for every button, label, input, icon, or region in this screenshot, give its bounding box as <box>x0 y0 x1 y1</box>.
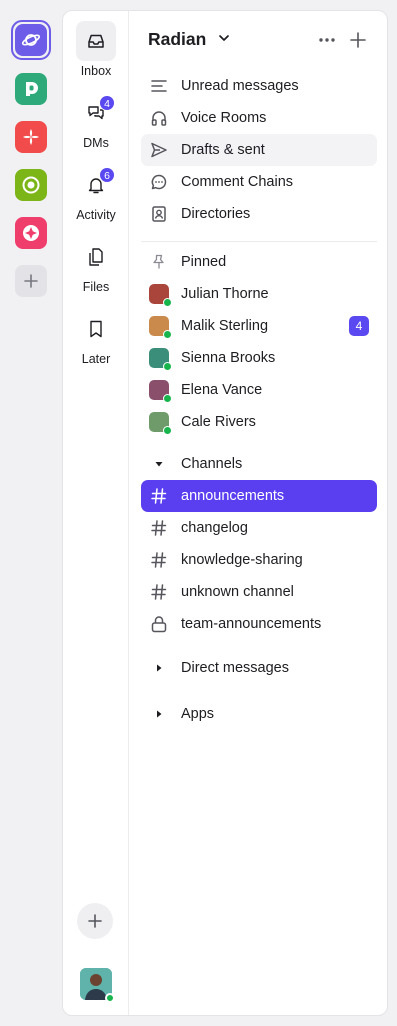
channel-name: unknown channel <box>181 584 294 600</box>
person-sienna-brooks[interactable]: Sienna Brooks <box>141 342 377 374</box>
dms-badge: 4 <box>99 95 115 111</box>
hash-icon <box>149 518 169 538</box>
channel-name: announcements <box>181 488 285 504</box>
channel-unknown-channel[interactable]: unknown channel <box>141 576 377 608</box>
avatar <box>149 284 172 307</box>
person-elena-vance[interactable]: Elena Vance <box>141 374 377 406</box>
inbox-icon <box>76 21 116 61</box>
sidebar: Radian Unread messages Voice Rooms Draft… <box>129 11 387 1015</box>
apps-section-toggle[interactable]: Apps <box>141 698 377 730</box>
person-name: Malik Sterling <box>181 318 269 334</box>
person-name: Cale Rivers <box>181 414 256 430</box>
person-julian-thorne[interactable]: Julian Thorne <box>141 278 377 310</box>
contact-card-icon <box>149 204 169 224</box>
person-malik-sterling[interactable]: Malik Sterling 4 <box>141 310 377 342</box>
menu-label: Drafts & sent <box>181 142 265 158</box>
new-item-icon[interactable] <box>347 29 369 51</box>
pinned-header[interactable]: Pinned <box>141 246 377 278</box>
nav-later[interactable]: Later <box>63 309 129 366</box>
person-name: Julian Thorne <box>181 286 269 302</box>
divider <box>141 241 377 242</box>
workspace-rail <box>0 0 62 1026</box>
caret-right-icon <box>149 658 169 678</box>
channel-name: changelog <box>181 520 248 536</box>
nav-dms-label: DMs <box>83 136 109 150</box>
comment-icon <box>149 172 169 192</box>
channel-knowledge-sharing[interactable]: knowledge-sharing <box>141 544 377 576</box>
menu-comment-chains[interactable]: Comment Chains <box>141 166 377 198</box>
d-workspace-icon[interactable] <box>15 73 47 105</box>
menu-directories[interactable]: Directories <box>141 198 377 230</box>
menu-voice-rooms[interactable]: Voice Rooms <box>141 102 377 134</box>
apps-label: Apps <box>181 706 215 722</box>
online-status-icon <box>163 426 172 435</box>
avatar <box>149 380 172 403</box>
online-status-icon <box>163 298 172 307</box>
avatar <box>149 348 172 371</box>
bell-icon: 6 <box>76 165 116 205</box>
nav-activity-label: Activity <box>76 208 116 222</box>
activity-badge: 6 <box>99 167 115 183</box>
direct-messages-label: Direct messages <box>181 660 289 676</box>
channels-label: Channels <box>181 456 243 472</box>
saturn-workspace-icon[interactable] <box>15 24 47 56</box>
nav-files-label: Files <box>82 280 110 294</box>
diamond-workspace-icon[interactable] <box>15 217 47 249</box>
person-name: Elena Vance <box>181 382 263 398</box>
headphones-icon <box>149 108 169 128</box>
lines-icon <box>149 76 169 96</box>
lock-icon <box>149 614 169 634</box>
nav-column: Inbox 4 DMs 6 Activity Files Later <box>63 11 129 1015</box>
nav-later-label: Later <box>81 352 111 366</box>
target-workspace-icon[interactable] <box>15 169 47 201</box>
nav-inbox-label: Inbox <box>80 64 112 78</box>
nav-dms[interactable]: 4 DMs <box>63 93 129 150</box>
channel-name: team-announcements <box>181 616 322 632</box>
main-panel: Inbox 4 DMs 6 Activity Files Later Radia… <box>62 10 388 1016</box>
send-icon <box>149 140 169 160</box>
hash-icon <box>149 486 169 506</box>
channel-changelog[interactable]: changelog <box>141 512 377 544</box>
nav-activity[interactable]: 6 Activity <box>63 165 129 222</box>
online-status-icon <box>163 394 172 403</box>
menu-label: Voice Rooms <box>181 110 267 126</box>
nav-add-button[interactable] <box>77 903 113 939</box>
channel-name: knowledge-sharing <box>181 552 303 568</box>
menu-label: Directories <box>181 206 251 222</box>
channel-announcements[interactable]: announcements <box>141 480 377 512</box>
workspace-name[interactable]: Radian <box>148 29 206 50</box>
person-cale-rivers[interactable]: Cale Rivers <box>141 406 377 438</box>
chevron-down-icon[interactable] <box>217 31 231 50</box>
person-name: Sienna Brooks <box>181 350 276 366</box>
menu-label: Comment Chains <box>181 174 294 190</box>
add-workspace-button[interactable] <box>15 265 47 297</box>
avatar <box>149 412 172 435</box>
bookmark-icon <box>76 309 116 349</box>
nav-files[interactable]: Files <box>63 237 129 294</box>
menu-drafts-sent[interactable]: Drafts & sent <box>141 134 377 166</box>
hash-icon <box>149 582 169 602</box>
direct-messages-section-toggle[interactable]: Direct messages <box>141 652 377 684</box>
caret-down-icon <box>149 454 169 474</box>
online-status-icon <box>163 362 172 371</box>
unread-count-badge: 4 <box>349 316 369 336</box>
channels-section-toggle[interactable]: Channels <box>141 448 377 480</box>
more-options-icon[interactable] <box>316 31 338 49</box>
pin-icon <box>149 252 169 272</box>
online-status-icon <box>163 330 172 339</box>
online-status-icon <box>105 993 115 1003</box>
user-avatar[interactable] <box>80 968 115 1003</box>
menu-unread-messages[interactable]: Unread messages <box>141 70 377 102</box>
channel-team-announcements[interactable]: team-announcements <box>141 608 377 640</box>
caret-right-icon <box>149 704 169 724</box>
nav-inbox[interactable]: Inbox <box>63 21 129 78</box>
avatar <box>149 316 172 339</box>
menu-label: Unread messages <box>181 78 299 94</box>
flower-workspace-icon[interactable] <box>15 121 47 153</box>
hash-icon <box>149 550 169 570</box>
pinned-label: Pinned <box>181 254 227 270</box>
files-icon <box>76 237 116 277</box>
dms-icon: 4 <box>76 93 116 133</box>
